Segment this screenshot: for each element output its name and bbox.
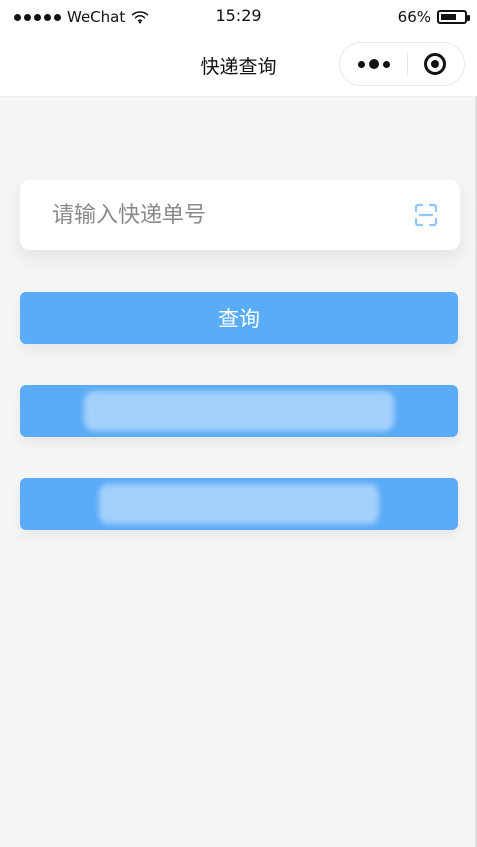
query-button[interactable]: 查询 <box>20 292 458 344</box>
tracking-number-input[interactable] <box>50 201 384 229</box>
scan-icon[interactable] <box>412 201 440 229</box>
nav-bar: 快递查询 <box>0 34 477 97</box>
obscured-label-2 <box>99 484 379 524</box>
miniapp-capsule[interactable] <box>339 42 465 86</box>
obscured-label-1 <box>84 391 394 431</box>
tracking-search-card <box>20 180 460 250</box>
status-right: 66% <box>397 8 470 26</box>
action-button-1[interactable] <box>20 385 458 437</box>
target-icon[interactable] <box>424 53 446 75</box>
action-button-2[interactable] <box>20 478 458 530</box>
battery-percent: 66% <box>397 8 431 26</box>
status-bar: WeChat 15:29 66% <box>0 0 477 34</box>
more-icon[interactable] <box>358 59 390 69</box>
capsule-divider <box>406 53 408 75</box>
battery-icon <box>437 10 470 24</box>
battery-fill <box>441 14 456 20</box>
